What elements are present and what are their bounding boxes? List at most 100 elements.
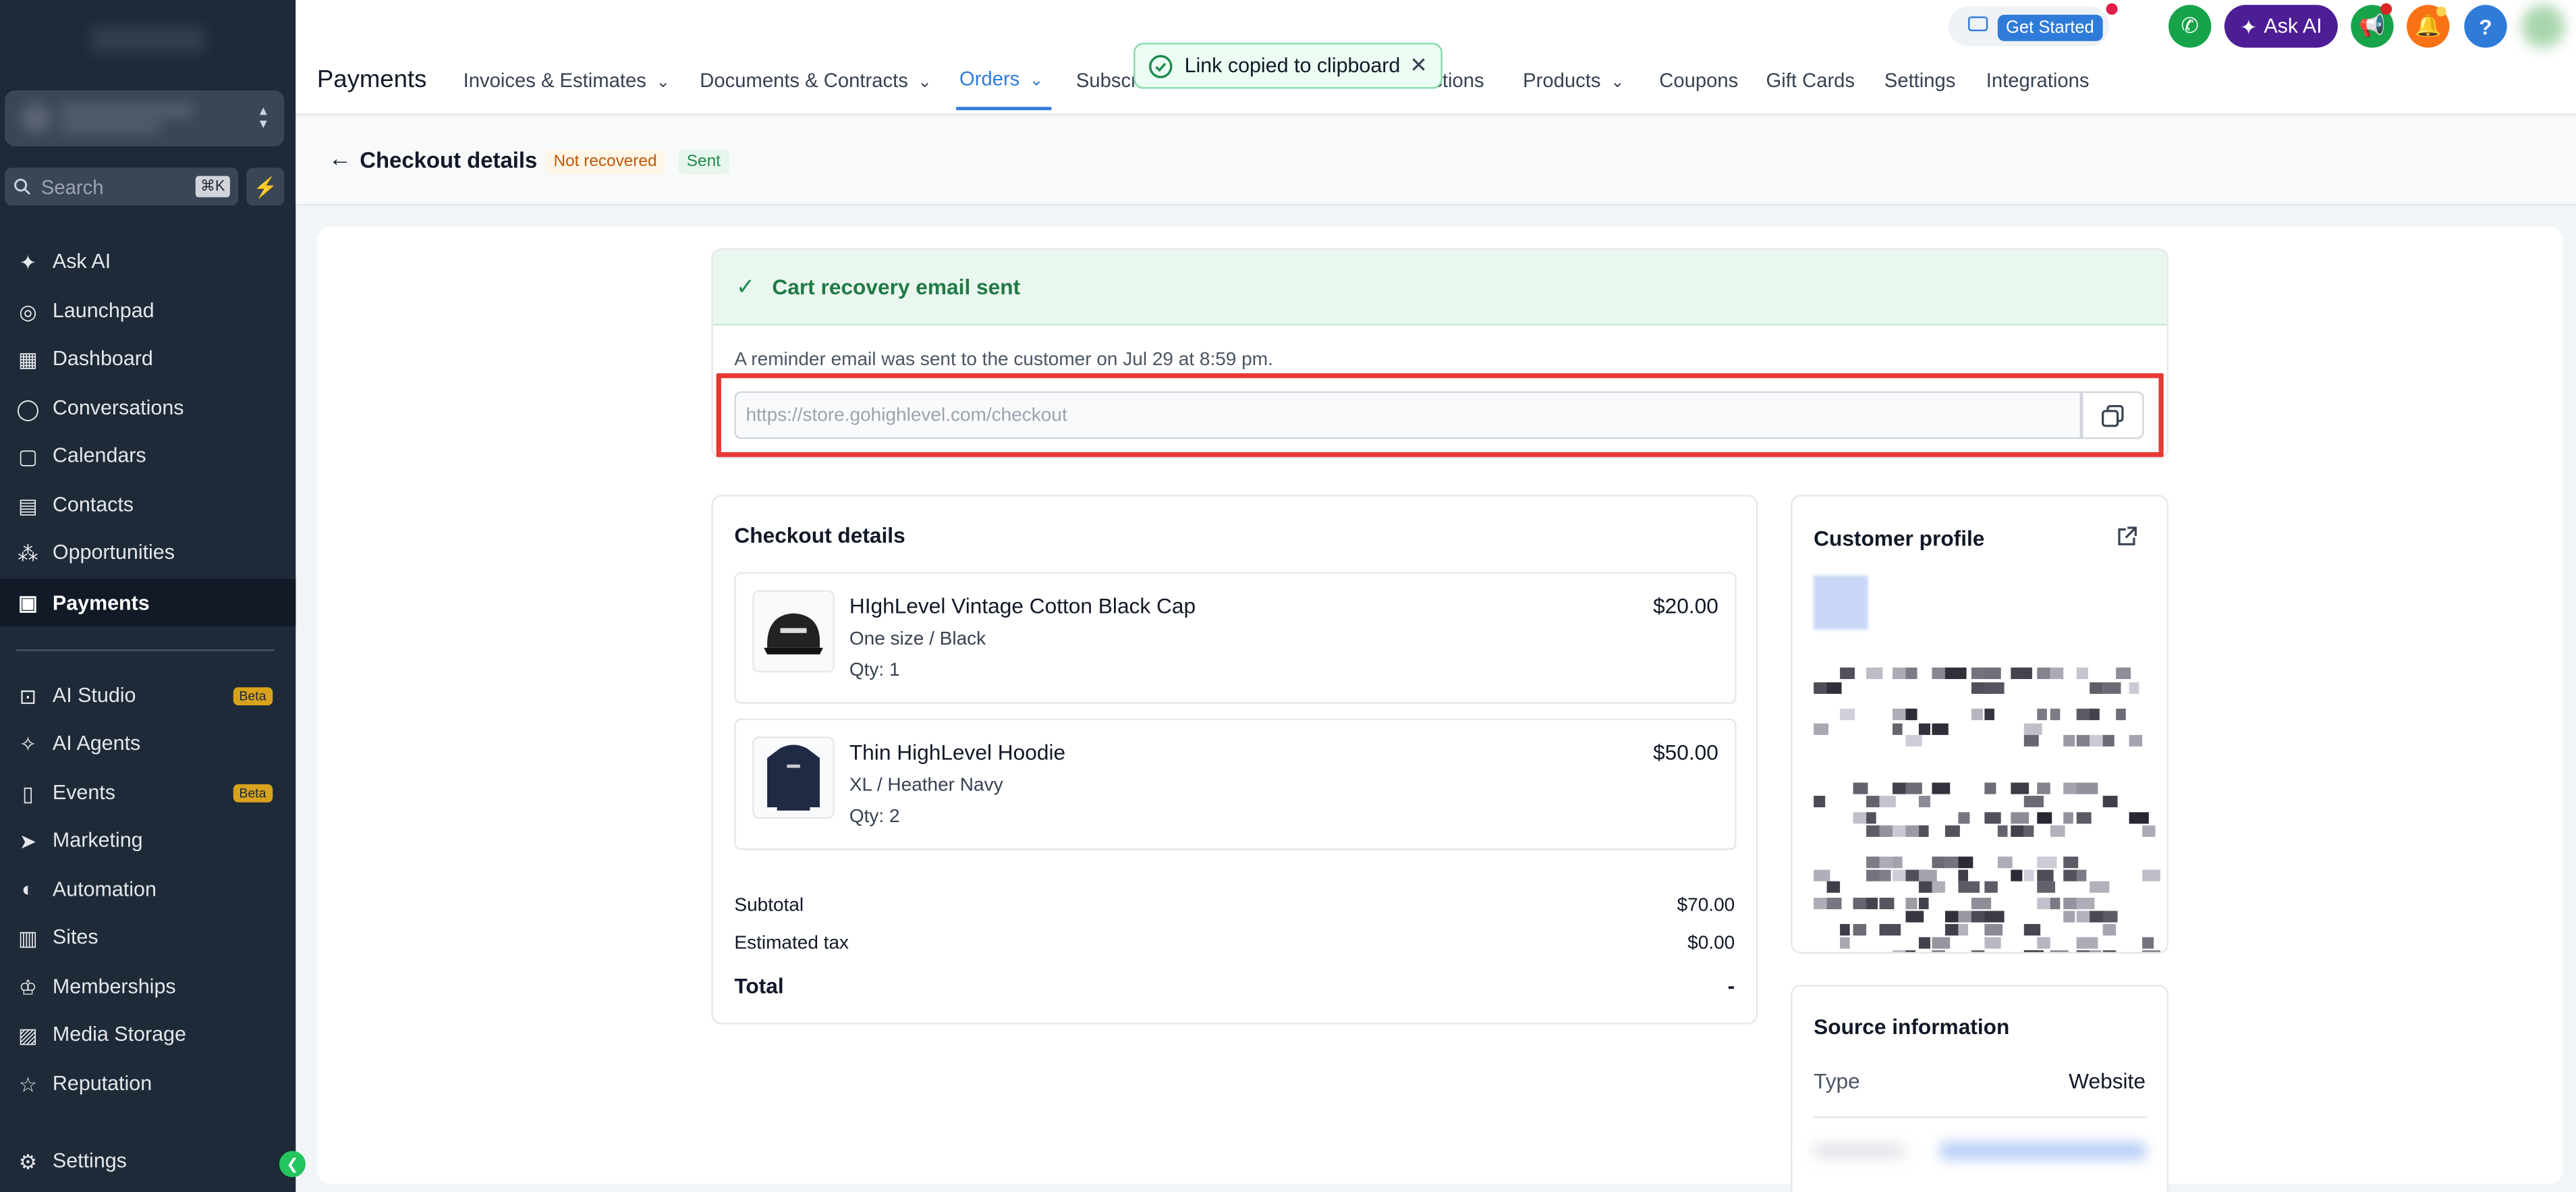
- sidebar-item-ai-agents[interactable]: ✧ AI Agents: [0, 720, 296, 766]
- sidebar-item-dashboard[interactable]: ▦ Dashboard: [0, 335, 296, 381]
- sites-icon: ▥: [18, 926, 38, 950]
- search-shortcut: ⌘K: [195, 175, 230, 198]
- sidebar-item-conversations[interactable]: ◯ Conversations: [0, 385, 296, 431]
- tab-gift-cards[interactable]: Gift Cards: [1766, 69, 1855, 92]
- redaction-pixel: [1814, 869, 1830, 882]
- tab-products[interactable]: Products ⌄: [1523, 69, 1624, 92]
- sidebar-item-contacts[interactable]: ▤ Contacts: [0, 482, 296, 528]
- avatar[interactable]: [2521, 5, 2565, 48]
- quick-action-button[interactable]: ⚡: [246, 167, 285, 206]
- chevron-down-icon: ⌄: [1029, 72, 1044, 90]
- redaction-pixel: [1879, 825, 1893, 837]
- grid-icon: ▦: [18, 348, 38, 371]
- close-icon[interactable]: ✕: [1409, 53, 1428, 79]
- sidebar-item-memberships[interactable]: ♔ Memberships: [0, 963, 296, 1009]
- redaction-pixel: [2090, 950, 2102, 952]
- redaction-pixel: [1971, 708, 1983, 720]
- email-sent-badge: Sent: [678, 149, 729, 175]
- product-price: $20.00: [1653, 593, 1718, 618]
- sidebar-item-ai-studio[interactable]: ⊡ AI Studio Beta: [0, 672, 296, 718]
- redaction-pixel: [1984, 937, 2001, 949]
- card-icon: [1968, 16, 1988, 32]
- redaction-pixel: [1932, 723, 1949, 735]
- customer-profile-card: Customer profile: [1791, 495, 2169, 954]
- redaction-pixel: [1997, 825, 2008, 837]
- sidebar-item-payments[interactable]: ▣ Payments: [0, 578, 296, 627]
- redaction-pixel: [1932, 937, 1951, 949]
- redaction-pixel: [1958, 869, 1969, 882]
- redaction-pixel: [2023, 825, 2034, 837]
- search-input[interactable]: Search ⌘K: [5, 167, 239, 206]
- redaction-pixel: [2011, 812, 2029, 824]
- redaction-pixel: [1866, 812, 1876, 824]
- redaction-pixel: [1984, 708, 1994, 720]
- redaction-pixel: [1918, 825, 1929, 837]
- phone-button[interactable]: ✆: [2168, 5, 2212, 48]
- product-name: HIghLevel Vintage Cotton Black Cap: [849, 593, 1196, 618]
- redaction-pixel: [1944, 825, 1960, 837]
- redaction-pixel: [1905, 911, 1924, 923]
- help-button[interactable]: ?: [2464, 5, 2507, 48]
- sidebar-item-events[interactable]: ▯ Events Beta: [0, 769, 296, 815]
- redaction-pixel: [1984, 812, 2001, 824]
- sidebar-item-settings[interactable]: ⚙ Settings: [0, 1138, 296, 1184]
- notification-dot: [2380, 3, 2392, 15]
- redaction-pixel: [1984, 682, 2005, 694]
- redaction-pixel: [2076, 782, 2098, 794]
- redaction-pixel: [2063, 734, 2075, 747]
- tab-invoices-estimates[interactable]: Invoices & Estimates ⌄: [464, 69, 670, 92]
- subtotal-label: Subtotal: [734, 896, 804, 916]
- chevron-left-icon: ❮: [286, 1155, 299, 1172]
- redaction-pixel: [1984, 881, 1998, 893]
- redaction-pixel: [1826, 682, 1842, 694]
- account-switcher[interactable]: ▴ ▾: [5, 90, 285, 146]
- redaction-pixel: [1853, 898, 1867, 910]
- sidebar-item-launchpad[interactable]: ◎ Launchpad: [0, 288, 296, 333]
- sidebar-item-ask-ai[interactable]: ✦ Ask AI: [0, 238, 296, 284]
- image-icon: ▨: [18, 1023, 38, 1047]
- tab-coupons[interactable]: Coupons: [1659, 69, 1738, 92]
- sidebar-item-sites[interactable]: ▥ Sites: [0, 914, 296, 960]
- ask-ai-button[interactable]: ✦ Ask AI: [2224, 5, 2338, 48]
- product-thumbnail-cap: [752, 590, 835, 673]
- sidebar-item-opportunities[interactable]: ⁂ Opportunities: [0, 529, 296, 575]
- sparkle-icon: ✦: [2240, 16, 2258, 39]
- redaction-pixel: [2037, 857, 2057, 869]
- get-started-widget[interactable]: Get Started: [1948, 3, 2118, 47]
- sidebar-item-reputation[interactable]: ☆ Reputation: [0, 1060, 296, 1106]
- redaction-pixel: [1971, 950, 1985, 952]
- redaction-pixel: [2037, 869, 2054, 882]
- page-title: Checkout details: [360, 148, 538, 173]
- search-icon: [14, 178, 31, 195]
- redaction-pixel: [2116, 708, 2126, 720]
- redaction-pixel: [1840, 708, 1855, 720]
- phone-icon: ✆: [2181, 13, 2199, 38]
- sidebar-item-media-storage[interactable]: ▨ Media Storage: [0, 1011, 296, 1057]
- sidebar-item-marketing[interactable]: ➤ Marketing: [0, 817, 296, 863]
- redaction-pixel: [2011, 825, 2024, 837]
- redaction-pixel: [2142, 825, 2156, 837]
- tab-subscriptions[interactable]: Subscri: [1076, 69, 1142, 92]
- divider: [1814, 1116, 2148, 1118]
- redaction-pixel: [2142, 950, 2160, 952]
- redaction-pixel: [1853, 923, 1867, 936]
- get-started-button[interactable]: Get Started: [1997, 14, 2102, 41]
- sidebar-item-automation[interactable]: ◐ Automation: [0, 867, 296, 913]
- redaction-pixel: [1814, 723, 1829, 735]
- external-link-icon[interactable]: [2116, 526, 2137, 547]
- redaction-pixel: [1866, 795, 1880, 808]
- redaction-pixel: [1932, 857, 1945, 869]
- back-arrow-icon[interactable]: ←: [329, 144, 352, 171]
- sidebar-item-calendars[interactable]: ▢ Calendars: [0, 433, 296, 479]
- tab-orders[interactable]: Orders ⌄: [959, 67, 1043, 90]
- tab-settings[interactable]: Settings: [1884, 69, 1956, 92]
- redaction-pixel: [2011, 667, 2032, 680]
- tab-documents-contracts[interactable]: Documents & Contracts ⌄: [700, 69, 932, 92]
- redaction-pixel: [1971, 898, 1992, 910]
- redacted-source-url: [1940, 1142, 2146, 1160]
- redaction-pixel: [2050, 950, 2069, 952]
- redaction-pixel: [1958, 881, 1980, 893]
- collapse-sidebar-button[interactable]: ❮: [279, 1151, 306, 1178]
- redaction-pixel: [2037, 667, 2050, 680]
- tab-integrations[interactable]: Integrations: [1986, 69, 2090, 92]
